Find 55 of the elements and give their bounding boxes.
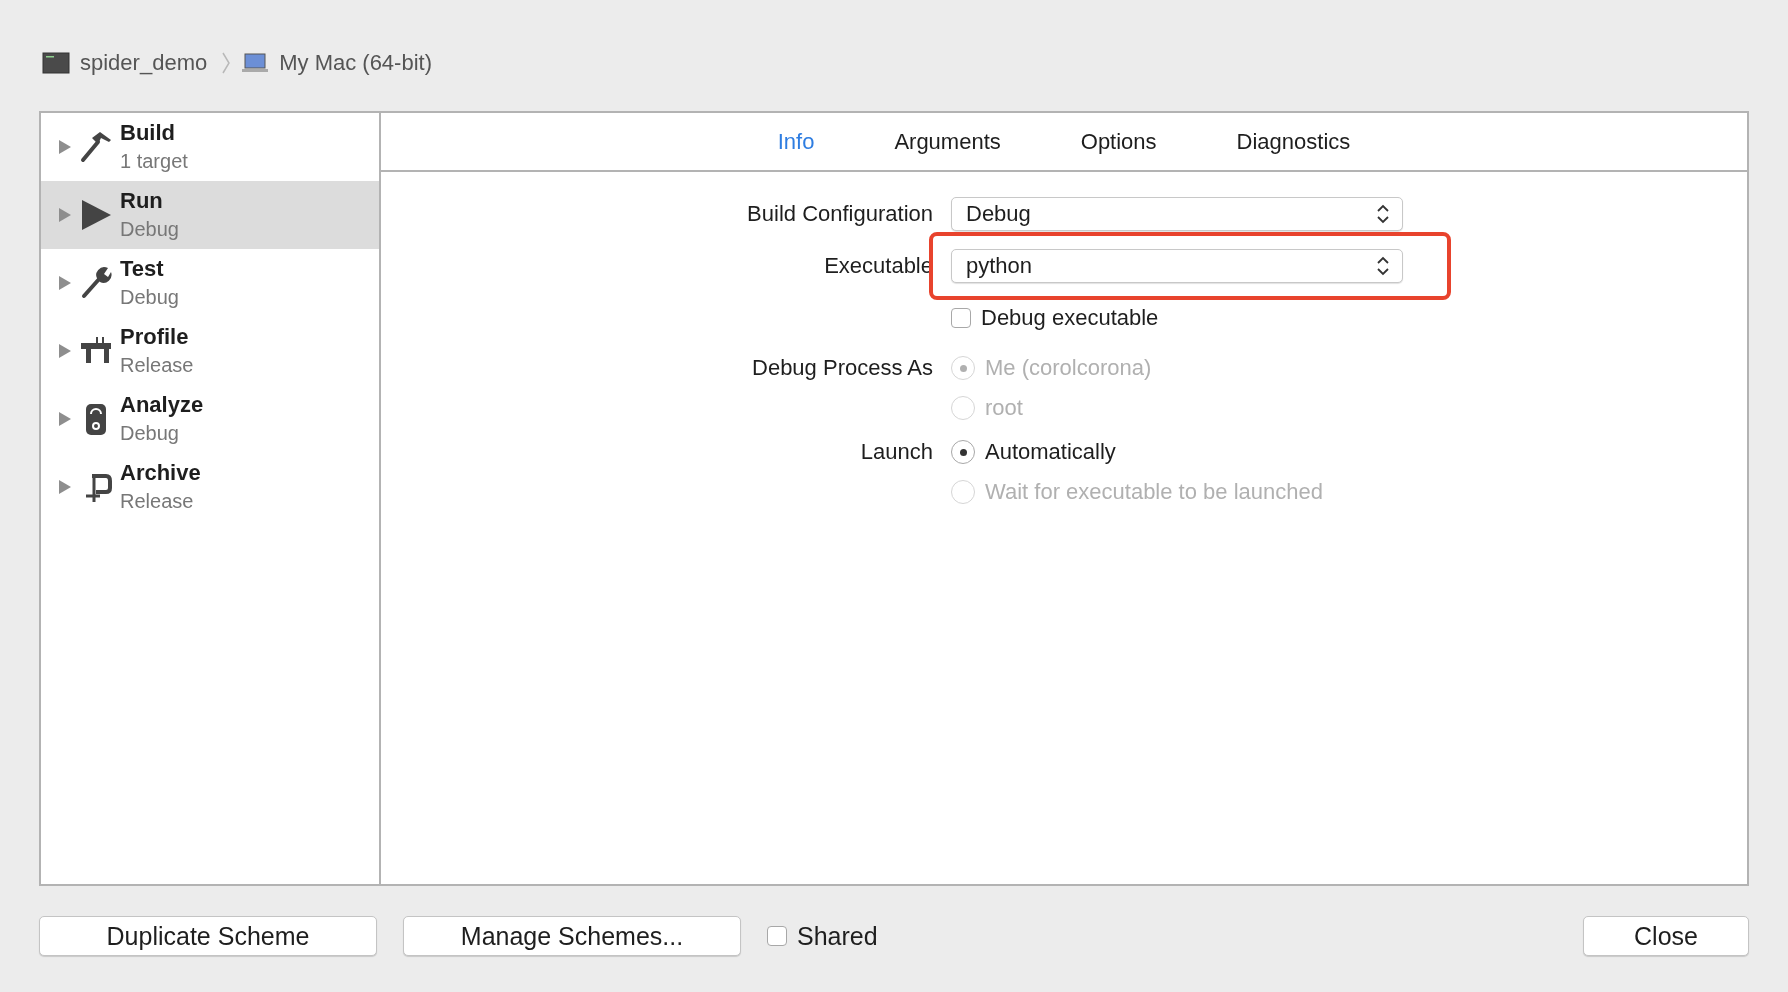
- radio-label: Wait for executable to be launched: [985, 479, 1323, 505]
- play-icon: [80, 198, 112, 232]
- scheme-action-item[interactable]: Profile Release: [41, 317, 379, 385]
- radio-label: Automatically: [985, 439, 1116, 465]
- scheme-action-detail: Release: [120, 353, 194, 378]
- scheme-action-name: Archive: [120, 459, 201, 487]
- scheme-action-name: Test: [120, 255, 165, 283]
- checkbox-square[interactable]: [767, 926, 787, 946]
- tab[interactable]: Options: [1046, 124, 1191, 159]
- hammer-icon: [80, 130, 112, 164]
- checkbox-square[interactable]: [951, 308, 971, 328]
- manage-schemes-button[interactable]: Manage Schemes...: [403, 916, 741, 956]
- checkbox-label: Shared: [797, 921, 878, 951]
- scheme-action-item[interactable]: Analyze Debug: [41, 385, 379, 453]
- disclosure-triangle-icon[interactable]: [58, 479, 72, 495]
- up-down-chevron-icon: [1376, 203, 1390, 225]
- terminal-icon: [42, 51, 70, 74]
- disclosure-triangle-icon[interactable]: [58, 411, 72, 427]
- radio-label: root: [985, 395, 1023, 421]
- field-label: Build Configuration: [746, 201, 934, 227]
- popup-select[interactable]: python: [951, 249, 1403, 283]
- tab[interactable]: Diagnostics: [1202, 124, 1385, 159]
- radio-button[interactable]: [951, 440, 975, 464]
- scheme-action-name: Build: [120, 119, 176, 147]
- field-label: Launch: [859, 438, 934, 466]
- scheme-action-detail: Debug: [120, 217, 179, 242]
- popup-select[interactable]: Debug: [951, 197, 1403, 231]
- scheme-action-detail: Debug: [120, 421, 180, 446]
- tab[interactable]: Info: [743, 124, 849, 159]
- chevron-icon: [221, 50, 232, 75]
- scheme-action-detail: Release: [120, 489, 195, 514]
- close-button[interactable]: Close: [1583, 916, 1749, 956]
- disclosure-triangle-icon[interactable]: [58, 275, 72, 291]
- tab[interactable]: Arguments: [860, 124, 1035, 159]
- wrench-icon: [80, 266, 112, 300]
- scheme-action-item[interactable]: Build 1 target: [41, 113, 379, 181]
- scheme-action-name: Profile: [120, 323, 190, 351]
- disclosure-triangle-icon[interactable]: [58, 139, 72, 155]
- breadcrumb-item[interactable]: spider_demo: [80, 49, 208, 76]
- duplicate-scheme-button[interactable]: Duplicate Scheme: [39, 916, 377, 956]
- scheme-action-detail: Debug: [120, 285, 179, 310]
- scheme-action-name: Analyze: [120, 391, 204, 419]
- scheme-action-name: Run: [120, 187, 164, 215]
- laptop-icon: [241, 52, 270, 73]
- scheme-action-item[interactable]: Run Debug: [41, 181, 379, 249]
- field-label: Debug Process As: [751, 354, 934, 382]
- radio-label: Me (corolcorona): [985, 355, 1152, 381]
- field-label: Executable: [823, 253, 934, 279]
- disclosure-triangle-icon[interactable]: [58, 207, 72, 223]
- scheme-action-item[interactable]: Test Debug: [41, 249, 379, 317]
- scheme-action-detail: 1 target: [120, 149, 188, 174]
- up-down-chevron-icon: [1376, 255, 1390, 277]
- disclosure-triangle-icon[interactable]: [58, 343, 72, 359]
- breadcrumb-item[interactable]: My Mac (64-bit): [279, 49, 432, 76]
- scheme-action-item[interactable]: Archive Release: [41, 453, 379, 521]
